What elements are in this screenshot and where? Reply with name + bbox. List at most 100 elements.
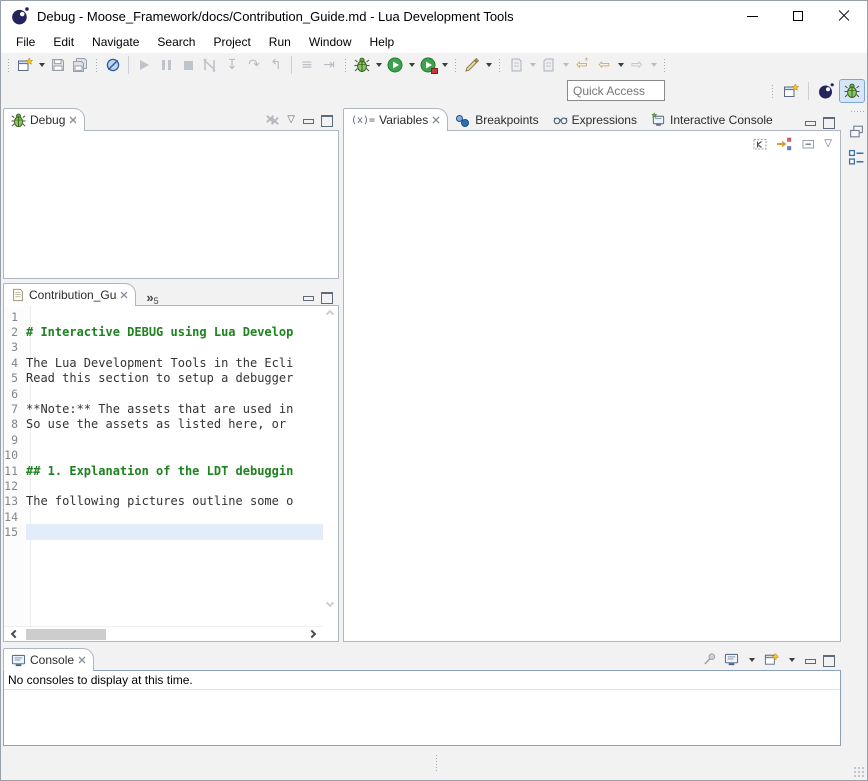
maximize-view-button[interactable] (321, 292, 333, 302)
code-area[interactable]: 1 2# Interactive DEBUG using Lua Develop… (4, 309, 323, 540)
scrollbar-track[interactable] (24, 629, 303, 640)
status-trim-handle[interactable] (434, 753, 439, 771)
show-type-names-icon[interactable] (752, 136, 768, 152)
scrollbar-thumb[interactable] (26, 629, 106, 640)
tab-expressions[interactable]: Expressions (546, 108, 644, 131)
back-button[interactable]: ⇦ (593, 54, 615, 76)
scroll-down-icon[interactable] (326, 599, 334, 607)
marker-pen-dropdown[interactable] (483, 54, 494, 76)
debug-view-content[interactable] (3, 130, 339, 279)
window-close-button[interactable] (821, 1, 867, 31)
step-into-button[interactable]: ↧ (221, 54, 243, 76)
scroll-up-icon[interactable] (326, 310, 334, 318)
quick-access-input[interactable] (567, 80, 665, 101)
maximize-view-button[interactable] (823, 117, 835, 127)
toolbar-drag-handle[interactable] (94, 57, 99, 73)
vertical-scrollbar[interactable] (323, 306, 338, 611)
step-return-button[interactable]: ↰ (265, 54, 287, 76)
menu-window[interactable]: Window (300, 33, 361, 51)
back-dropdown[interactable] (615, 54, 626, 76)
display-console-dropdown[interactable] (746, 653, 757, 667)
run-dropdown[interactable] (406, 54, 417, 76)
debug-dropdown[interactable] (373, 54, 384, 76)
toolbar-drag-handle[interactable] (453, 57, 458, 73)
window-minimize-button[interactable] (729, 1, 775, 31)
skip-all-breakpoints-button[interactable] (102, 54, 124, 76)
editor-content[interactable]: 1 2# Interactive DEBUG using Lua Develop… (3, 305, 339, 642)
maximize-view-button[interactable] (321, 115, 333, 125)
scroll-left-icon[interactable] (11, 630, 19, 638)
save-button[interactable] (47, 54, 69, 76)
console-content[interactable]: No consoles to display at this time. (3, 670, 841, 746)
close-icon[interactable] (432, 116, 440, 124)
menu-edit[interactable]: Edit (44, 33, 83, 51)
run-button[interactable] (384, 54, 406, 76)
external-tools-button[interactable] (417, 54, 439, 76)
menu-help[interactable]: Help (361, 33, 404, 51)
toolbar-drag-handle[interactable] (497, 57, 502, 73)
collapse-all-icon[interactable] (800, 136, 816, 152)
view-menu-icon[interactable]: ▽ (824, 138, 832, 149)
toolbar-drag-handle[interactable] (6, 57, 11, 73)
horizontal-scrollbar[interactable] (4, 626, 323, 641)
menu-navigate[interactable]: Navigate (83, 33, 148, 51)
debug-button[interactable] (351, 54, 373, 76)
close-icon[interactable] (69, 116, 77, 124)
minimize-view-button[interactable] (804, 655, 816, 665)
terminate-button[interactable] (177, 54, 199, 76)
show-logical-structure-icon[interactable] (776, 136, 792, 152)
maximize-view-button[interactable] (823, 655, 835, 665)
marker-pen-button[interactable] (461, 54, 483, 76)
tab-debug[interactable]: Debug (3, 108, 85, 131)
editor-tab-overflow-button[interactable]: » 5 (136, 288, 164, 306)
last-edit-location-button[interactable]: ⇦ * (571, 54, 593, 76)
open-console-dropdown[interactable] (786, 653, 797, 667)
display-selected-console-icon[interactable] (724, 652, 739, 667)
disconnect-button[interactable] (199, 54, 221, 76)
remove-terminated-launches-icon[interactable] (265, 112, 280, 127)
menu-run[interactable]: Run (260, 33, 300, 51)
close-icon[interactable] (120, 291, 128, 299)
trim-drag-handle[interactable] (849, 109, 865, 114)
restore-views-icon[interactable] (848, 123, 865, 140)
pin-console-icon[interactable] (702, 652, 717, 667)
open-perspective-button[interactable] (778, 79, 804, 103)
forward-dropdown[interactable] (648, 54, 659, 76)
next-annotation-button[interactable] (505, 54, 527, 76)
tab-breakpoints[interactable]: Breakpoints (448, 108, 545, 131)
outline-view-icon[interactable] (848, 149, 865, 166)
new-wizard-dropdown[interactable] (36, 54, 47, 76)
menu-file[interactable]: File (7, 33, 44, 51)
resize-grip[interactable] (853, 766, 865, 778)
open-console-icon[interactable] (764, 652, 779, 667)
close-icon[interactable] (78, 656, 86, 664)
window-maximize-button[interactable] (775, 1, 821, 31)
tab-variables[interactable]: (x)= Variables (343, 108, 448, 131)
step-over-button[interactable]: ↷ (243, 54, 265, 76)
previous-annotation-button[interactable] (538, 54, 560, 76)
tab-console[interactable]: Console (3, 648, 94, 671)
menu-search[interactable]: Search (148, 33, 204, 51)
toolbar-drag-handle[interactable] (343, 57, 348, 73)
suspend-button[interactable] (155, 54, 177, 76)
minimize-view-button[interactable] (302, 292, 314, 302)
minimize-view-button[interactable] (804, 117, 816, 127)
tab-contribution-guide[interactable]: Contribution_Gu (3, 283, 136, 306)
debug-perspective-button[interactable] (839, 79, 865, 103)
lua-perspective-button[interactable] (813, 79, 839, 103)
resume-button[interactable] (133, 54, 155, 76)
view-menu-icon[interactable]: ▽ (287, 114, 295, 125)
new-wizard-button[interactable] (14, 54, 36, 76)
variables-tree[interactable] (344, 156, 840, 641)
forward-button[interactable]: ⇨ (626, 54, 648, 76)
scroll-right-icon[interactable] (308, 630, 316, 638)
external-tools-dropdown[interactable] (439, 54, 450, 76)
perspective-drag-handle[interactable] (770, 83, 775, 99)
use-step-filters-button[interactable]: ≡ (296, 54, 318, 76)
toolbar-drag-handle[interactable] (662, 57, 667, 73)
menu-project[interactable]: Project (204, 33, 259, 51)
filter-config-button[interactable]: ⇥ (318, 54, 340, 76)
next-annotation-dropdown[interactable] (527, 54, 538, 76)
tab-interactive-console[interactable]: Interactive Console (644, 108, 780, 131)
save-all-button[interactable] (69, 54, 91, 76)
